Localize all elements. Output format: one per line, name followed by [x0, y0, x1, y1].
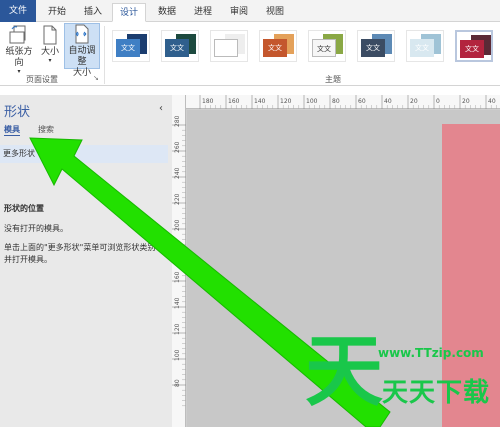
visio-window: 文件 开始 插入 设计 数据 进程 审阅 视图 纸张方向 ▾ 大小 ▾ 自动调整…: [0, 0, 500, 427]
watermark-url: www.TTzip.com: [378, 346, 484, 360]
watermark-logo: 天: [305, 327, 384, 417]
watermark-name: 天天下载: [382, 378, 491, 408]
green-arrow-annotation: [29, 137, 391, 427]
